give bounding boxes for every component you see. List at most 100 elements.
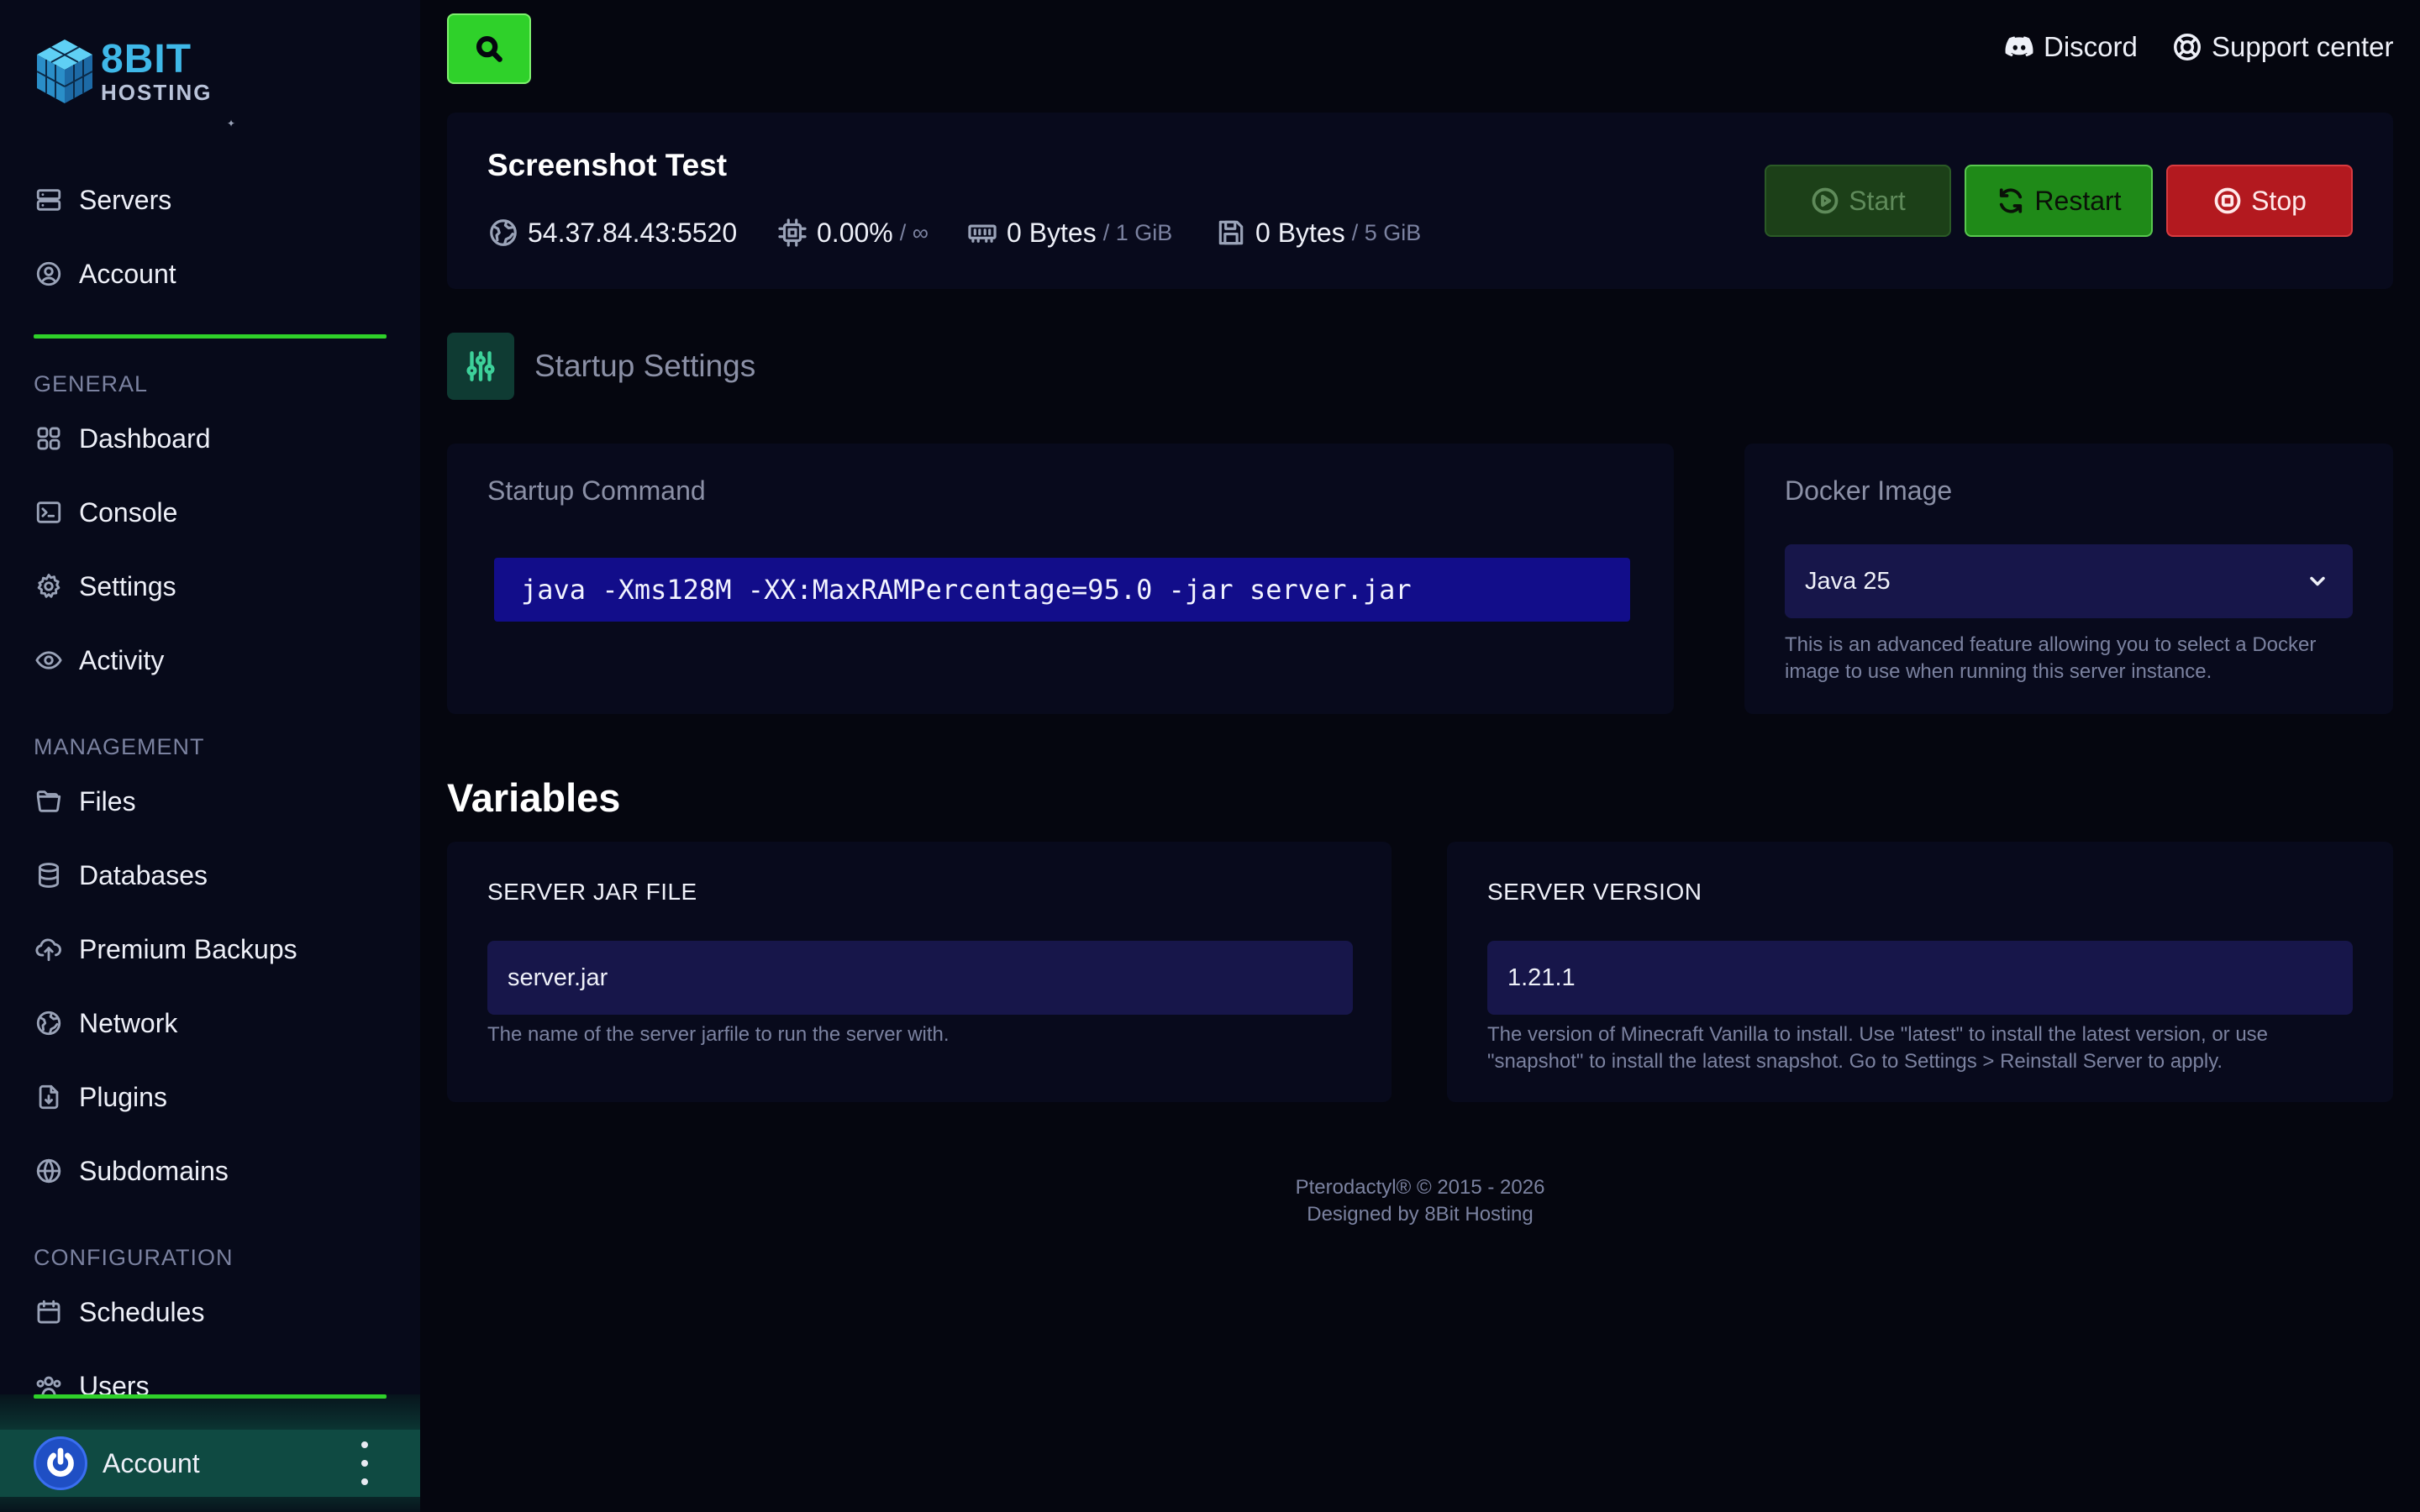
globe-network-icon [34, 1008, 64, 1038]
disk-usage: 0 Bytes [1255, 217, 1345, 248]
folder-icon [34, 786, 64, 816]
sidebar-item-dashboard[interactable]: Dashboard [34, 413, 387, 464]
search-icon [476, 35, 502, 62]
sidebar-item-label: Activity [79, 644, 165, 675]
sidebar-item-label: Premium Backups [79, 933, 297, 964]
avatar[interactable] [34, 1436, 87, 1490]
sidebar: 8BIT HOSTING ✦ Servers Account GENERAL D… [0, 0, 420, 1512]
discord-label: Discord [2044, 31, 2138, 62]
cloud-upload-icon [34, 934, 64, 964]
help-line: image to use when running this server in… [1785, 660, 2212, 683]
sidebar-item-subdomains[interactable]: Subdomains [34, 1146, 387, 1196]
sidebar-item-label: Subdomains [79, 1155, 229, 1186]
variable-help: The name of the server jarfile to run th… [487, 1023, 950, 1046]
section-title: Startup Settings [534, 349, 756, 383]
docker-image-select[interactable]: Java 25 [1785, 544, 2353, 618]
stop-label: Stop [2251, 185, 2307, 216]
eye-icon [34, 645, 64, 675]
start-button[interactable]: Start [1765, 165, 1951, 237]
sidebar-item-label: Account [79, 258, 176, 289]
globe-icon [34, 1156, 64, 1186]
sidebar-item-premium-backups[interactable]: Premium Backups [34, 924, 387, 974]
section-title-configuration: CONFIGURATION [34, 1245, 234, 1270]
sidebar-item-plugins[interactable]: Plugins [34, 1072, 387, 1122]
account-name: Account [103, 1447, 200, 1478]
cpu-stat: 0.00% / ∞ [776, 212, 929, 254]
memory-limit: / 1 GiB [1102, 219, 1173, 245]
calendar-icon [34, 1297, 64, 1327]
sidebar-item-settings[interactable]: Settings [34, 561, 387, 612]
sidebar-item-label: Network [79, 1007, 178, 1038]
database-icon [34, 860, 64, 890]
server-address: 54.37.84.43:5520 [528, 217, 738, 248]
cpu-usage: 0.00% [817, 217, 893, 248]
globe-network-icon [490, 219, 517, 246]
logo-text-secondary: HOSTING [101, 80, 213, 105]
discord-link[interactable]: Discord [2003, 25, 2138, 69]
lifebuoy-icon [2174, 34, 2201, 60]
restart-label: Restart [2034, 185, 2122, 216]
sidebar-item-activity[interactable]: Activity [34, 635, 387, 685]
sidebar-item-servers[interactable]: Servers [34, 175, 387, 225]
restart-button[interactable]: Restart [1965, 165, 2153, 237]
help-line: "snapshot" to install the latest snapsho… [1487, 1050, 2223, 1073]
sidebar-item-console[interactable]: Console [34, 487, 387, 538]
variable-label: SERVER VERSION [1487, 879, 1702, 905]
file-download-icon [34, 1082, 64, 1112]
discord-icon [2005, 36, 2033, 57]
server-jar-file-input[interactable]: server.jar [487, 941, 1353, 1015]
sliders-icon [447, 333, 514, 400]
section-title-management: MANAGEMENT [34, 734, 205, 759]
sidebar-item-account[interactable]: Account [34, 249, 387, 299]
account-menu[interactable]: Account [0, 1430, 420, 1497]
server-icon [34, 185, 64, 215]
footer-copyright: Pterodactyl® © 2015 - 2026 [1295, 1176, 1545, 1199]
terminal-icon [34, 497, 64, 528]
footer: Pterodactyl® © 2015 - 2026 Designed by 8… [1126, 1174, 1714, 1228]
account-bar-divider [34, 1394, 387, 1399]
docker-image-label: Docker Image [1785, 475, 1953, 506]
disk-stat: 0 Bytes / 5 GiB [1215, 212, 1421, 254]
power-icon [47, 1447, 74, 1477]
server-name: Screenshot Test [487, 148, 728, 182]
help-line: The version of Minecraft Vanilla to inst… [1487, 1023, 2269, 1046]
variables-title: Variables [447, 775, 621, 820]
sidebar-item-label: Console [79, 496, 178, 528]
start-label: Start [1849, 185, 1906, 216]
sidebar-item-label: Files [79, 785, 136, 816]
stop-button[interactable]: Stop [2166, 165, 2353, 237]
server-address-stat: 54.37.84.43:5520 [487, 212, 737, 254]
docker-image-help: This is an advanced feature allowing you… [1785, 632, 2365, 685]
sidebar-item-files[interactable]: Files [34, 776, 387, 827]
support-center-label: Support center [2212, 31, 2394, 62]
sidebar-item-schedules[interactable]: Schedules [34, 1287, 387, 1337]
user-circle-icon [34, 259, 64, 289]
startup-settings-header: Startup Settings [447, 333, 755, 400]
cpu-limit: / ∞ [899, 219, 929, 245]
support-center-link[interactable]: Support center [2171, 25, 2393, 69]
brand-logo[interactable]: 8BIT HOSTING [34, 34, 227, 109]
variable-help: The version of Minecraft Vanilla to inst… [1487, 1021, 2378, 1075]
sidebar-item-label: Dashboard [79, 423, 211, 454]
sparkle-icon: ✦ [227, 118, 236, 129]
sidebar-item-label: Databases [79, 859, 208, 890]
chevron-down-icon [2310, 576, 2325, 586]
app-root: 8BIT HOSTING ✦ Servers Account GENERAL D… [0, 0, 2420, 1512]
startup-command-label: Startup Command [487, 475, 706, 506]
sidebar-item-label: Plugins [79, 1081, 167, 1112]
cpu-icon [778, 218, 807, 247]
stop-circle-icon [2214, 187, 2241, 214]
sidebar-item-network[interactable]: Network [34, 998, 387, 1048]
search-button[interactable] [447, 13, 531, 84]
cube-logo-icon [34, 36, 96, 107]
server-version-input[interactable]: 1.21.1 [1487, 941, 2353, 1015]
memory-usage: 0 Bytes [1007, 217, 1097, 248]
sidebar-item-databases[interactable]: Databases [34, 850, 387, 900]
grid-icon [34, 423, 64, 454]
section-title-general: GENERAL [34, 371, 149, 396]
refresh-icon [2000, 188, 2023, 213]
kebab-menu-icon[interactable] [360, 1441, 370, 1485]
sidebar-item-label: Settings [79, 570, 176, 601]
save-disk-icon [1218, 220, 1244, 245]
disk-limit: / 5 GiB [1351, 219, 1422, 245]
